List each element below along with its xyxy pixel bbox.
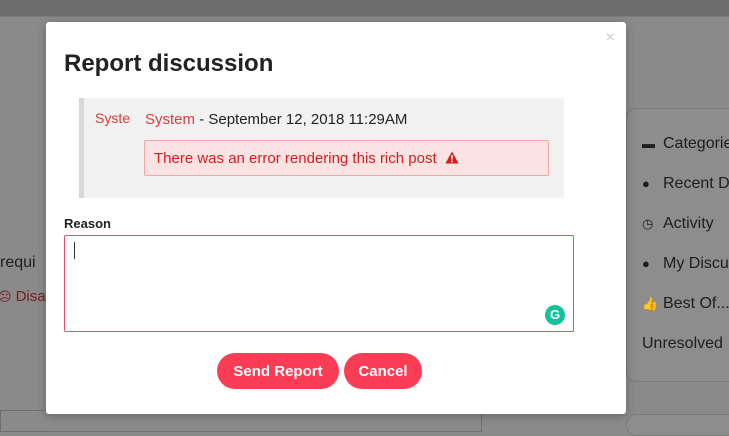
warning-icon [445,151,459,164]
grammarly-icon[interactable]: G [545,305,565,325]
error-message: There was an error rendering this rich p… [144,140,549,176]
sidebar-item-unresolved: Unresolved [642,335,723,353]
error-text: There was an error rendering this rich p… [154,150,437,167]
close-icon[interactable]: × [606,30,615,46]
frown-icon: ☹ [0,289,12,304]
meta-separator: - [195,111,209,128]
quoted-post: System System - September 12, 2018 11:29… [79,98,564,198]
text-caret [74,242,75,259]
avatar: System [95,111,131,126]
post-meta: System - September 12, 2018 11:29AM [145,111,407,128]
author-link[interactable]: System [145,111,195,128]
sidebar-item-recent-discussions: ● Recent D [642,175,729,193]
sidebar-item-best-of: 👍 Best Of... [642,295,729,313]
comment-icon: ● [642,256,650,271]
background-text: requi [0,254,36,271]
sidebar-item-label: Best Of... [663,295,729,312]
reason-textarea[interactable] [64,235,574,332]
sidebar-item-my-discussions: ● My Discu [642,255,729,273]
sidebar-item-label: Unresolved [642,335,723,352]
comments-icon: ● [642,176,650,191]
sidebar-item-activity: ◷ Activity [642,215,714,233]
post-date: September 12, 2018 11:29AM [208,111,408,128]
sidebar-item-label: My Discu [663,255,729,272]
folder-icon: ▬ [642,136,655,151]
sidebar-item-label: Categorie [663,135,729,152]
sidebar-item-label: Activity [663,215,714,232]
modal-title: Report discussion [64,50,274,77]
clock-icon: ◷ [642,216,654,231]
background-dislike-link: ☹ Disa [0,288,46,305]
send-report-button[interactable]: Send Report [217,353,339,389]
thumbs-up-icon: 👍 [642,296,659,311]
background-dislike-label: Disa [15,288,46,305]
background-sidebar-box [626,414,729,436]
cancel-button[interactable]: Cancel [344,353,422,389]
background-top-bar [0,0,729,16]
sidebar-item-label: Recent D [663,175,729,192]
report-discussion-modal: × Report discussion System System - Sept… [46,22,626,414]
background-divider [0,16,729,17]
reason-label: Reason [64,216,111,231]
sidebar-item-categories: ▬ Categorie [642,135,729,153]
